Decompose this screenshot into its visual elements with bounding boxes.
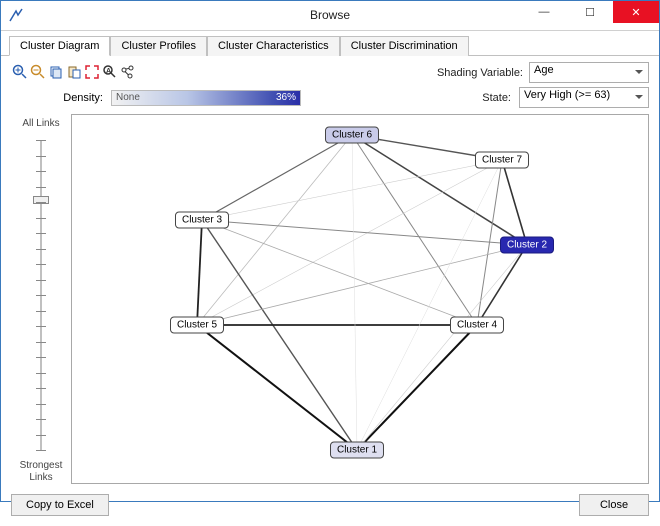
shading-variable-value: Age: [534, 64, 554, 76]
layout-icon[interactable]: [119, 63, 137, 81]
density-value: 36%: [276, 92, 296, 103]
tab-cluster-profiles[interactable]: Cluster Profiles: [110, 36, 207, 56]
node-c5[interactable]: Cluster 5: [170, 317, 224, 334]
edges-layer: [72, 115, 648, 483]
edge-c3-c2: [202, 220, 527, 245]
edge-c6-c4: [352, 135, 477, 325]
tab-cluster-discrimination[interactable]: Cluster Discrimination: [340, 36, 469, 56]
edge-c6-c1: [352, 135, 357, 450]
close-window-button[interactable]: ✕: [613, 1, 659, 23]
state-value: Very High (>= 63): [524, 89, 610, 101]
svg-text:A: A: [106, 68, 111, 75]
find-icon[interactable]: A: [101, 63, 119, 81]
shading-variable-select[interactable]: Age: [529, 62, 649, 83]
density-gradient: None 36%: [111, 90, 301, 106]
title-bar: Browse ― ☐ ✕: [1, 1, 659, 31]
edge-c7-c5: [197, 160, 502, 325]
close-button[interactable]: Close: [579, 494, 649, 516]
footer: Copy to Excel Close: [1, 484, 659, 526]
edge-c3-c5: [197, 220, 202, 325]
node-c4[interactable]: Cluster 4: [450, 317, 504, 334]
node-c7[interactable]: Cluster 7: [475, 152, 529, 169]
node-c2[interactable]: Cluster 2: [500, 237, 554, 254]
edge-c2-c1: [357, 245, 527, 450]
link-strength-slider[interactable]: [31, 140, 51, 450]
edge-c2-c4: [477, 245, 527, 325]
edge-c4-c1: [357, 325, 477, 450]
state-select[interactable]: Very High (>= 63): [519, 87, 649, 108]
edge-c5-c1: [197, 325, 357, 450]
tab-cluster-characteristics[interactable]: Cluster Characteristics: [207, 36, 340, 56]
shading-variable-label: Shading Variable:: [437, 67, 523, 79]
main-area: All Links StrongestLinks Cluster 6Cluste…: [1, 114, 659, 484]
tab-cluster-diagram[interactable]: Cluster Diagram: [9, 36, 110, 56]
slider-top-label: All Links: [22, 118, 59, 130]
cluster-diagram-canvas[interactable]: Cluster 6 Cluster 7 Cluster 3 Cluster 2 Clus…: [71, 114, 649, 484]
state-label: State:: [482, 92, 511, 104]
minimize-button[interactable]: ―: [521, 1, 567, 23]
copy-icon[interactable]: [47, 63, 65, 81]
edge-c6-c3: [202, 135, 352, 220]
link-strength-slider-col: All Links StrongestLinks: [11, 114, 71, 484]
maximize-button[interactable]: ☐: [567, 1, 613, 23]
slider-bottom-label: StrongestLinks: [20, 460, 63, 484]
zoom-in-icon[interactable]: [11, 63, 29, 81]
edge-c3-c1: [202, 220, 357, 450]
fit-icon[interactable]: [83, 63, 101, 81]
density-row: Density: None 36% State: Very High (>= 6…: [1, 85, 659, 114]
density-none: None: [116, 92, 140, 103]
edge-c3-c4: [202, 220, 477, 325]
node-c6[interactable]: Cluster 6: [325, 127, 379, 144]
tab-bar: Cluster DiagramCluster ProfilesCluster C…: [1, 31, 659, 56]
edge-c7-c3: [202, 160, 502, 220]
toolbar: A Shading Variable: Age: [1, 56, 659, 85]
zoom-out-icon[interactable]: [29, 63, 47, 81]
app-icon: [9, 8, 25, 24]
density-label: Density:: [11, 92, 103, 104]
node-c1[interactable]: Cluster 1: [330, 442, 384, 459]
copy-to-excel-button[interactable]: Copy to Excel: [11, 494, 109, 516]
node-c3[interactable]: Cluster 3: [175, 212, 229, 229]
paste-icon[interactable]: [65, 63, 83, 81]
